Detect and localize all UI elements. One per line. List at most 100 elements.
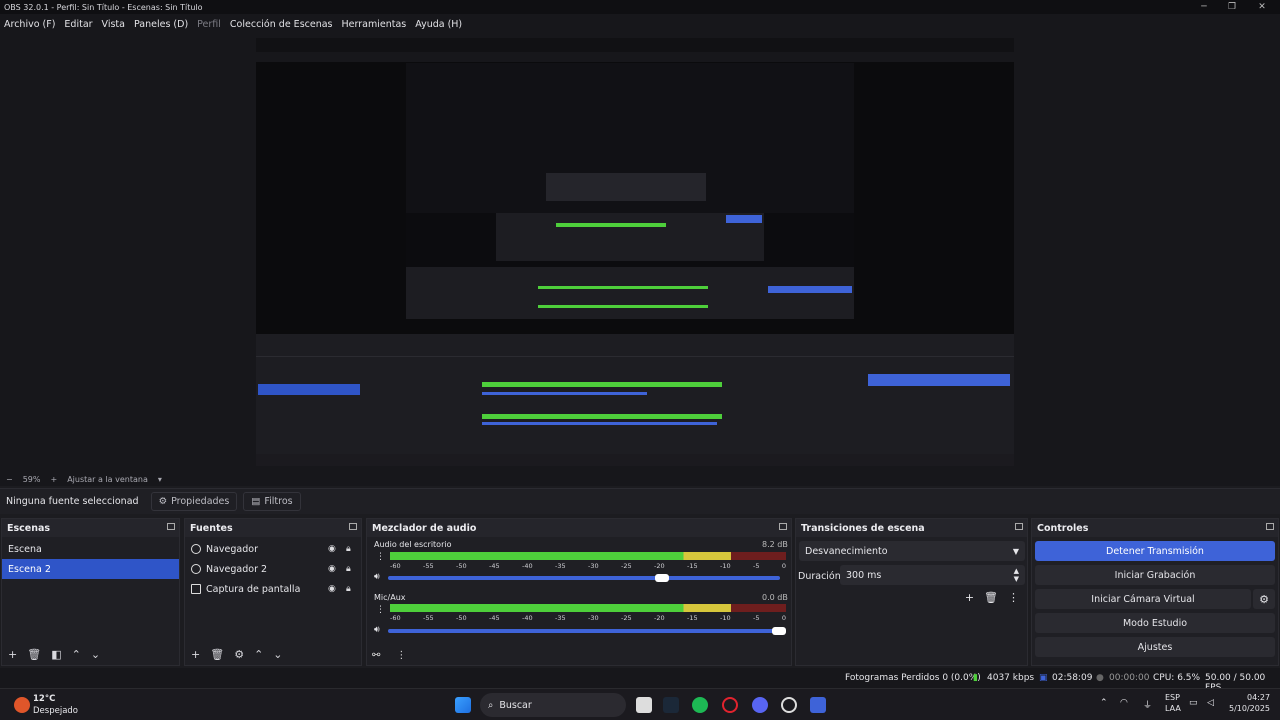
lock-icon[interactable]: 🔒︎ [346,544,351,554]
filter-icon[interactable]: ◧ [51,648,61,661]
lang-label[interactable]: ESP [1165,693,1180,702]
scale-tick: -35 [555,562,566,570]
lock-icon[interactable]: 🔒︎ [346,564,351,574]
zoom-in-button[interactable]: + [50,475,57,484]
taskbar-search[interactable]: ⌕ Buscar [480,693,626,717]
scale-tick: -50 [456,614,467,622]
network-icon[interactable]: ▭ [1189,698,1198,708]
source-item[interactable]: Captura de pantalla ◉ 🔒︎ [185,579,361,599]
link-icon[interactable]: ⚯ [372,650,380,661]
kebab-icon[interactable]: ⋮ [376,552,385,562]
source-item[interactable]: Navegador 2 ◉ 🔒︎ [185,559,361,579]
volume-knob[interactable] [772,627,786,635]
cpu-usage: CPU: 6.5% [1153,673,1201,683]
properties-button[interactable]: ⚙ Propiedades [150,492,238,511]
start-virtualcam-button[interactable]: Iniciar Cámara Virtual [1035,589,1251,609]
trash-icon[interactable]: 🗑 [210,648,224,661]
scene-item-selected[interactable]: Escena 2 [2,559,179,579]
kebab-icon[interactable]: ⋮ [376,605,385,615]
duration-field[interactable]: 300 ms ▲ ▼ [840,565,1025,585]
trash-icon[interactable]: 🗑 [27,648,41,661]
chevron-down-icon[interactable]: ▾ [158,475,162,484]
tray-chevron-icon[interactable]: ⌃ [1100,698,1108,708]
kebab-icon[interactable]: ⋮ [396,650,406,661]
volume-icon[interactable]: ◁ [1207,698,1214,708]
eye-icon[interactable]: ◉ [328,584,336,594]
undock-icon[interactable] [1015,523,1023,530]
add-icon[interactable]: + [8,648,17,661]
undock-icon[interactable] [167,523,175,530]
undock-icon[interactable] [349,523,357,530]
properties-label: Propiedades [171,496,230,507]
menu-ayuda[interactable]: Ayuda (H) [415,19,462,30]
down-icon[interactable]: ⌄ [91,648,100,661]
spotify-icon[interactable] [692,697,708,713]
maximize-button[interactable]: ❐ [1218,0,1246,14]
mic-icon[interactable]: ⏚ [1143,698,1152,711]
app-icon[interactable] [810,697,826,713]
undock-icon[interactable] [779,523,787,530]
menu-archivo[interactable]: Archivo (F) [4,19,55,30]
source-item[interactable]: Navegador ◉ 🔒︎ [185,539,361,559]
up-icon[interactable]: ⌃ [72,648,81,661]
menu-perfil[interactable]: Perfil [197,19,221,30]
zoom-fit[interactable]: Ajustar a la ventana [67,475,148,484]
undock-icon[interactable] [1266,523,1274,530]
nested-menubar [256,52,1014,62]
preview-area[interactable] [0,34,1280,472]
gear-icon[interactable]: ⚙ [234,648,244,661]
volume-slider[interactable] [388,576,780,580]
discord-icon[interactable] [752,697,768,713]
eye-icon[interactable]: ◉ [328,544,336,554]
preview-canvas[interactable] [256,38,1014,466]
scale-tick: -60 [390,614,401,622]
virtualcam-settings-button[interactable]: ⚙ [1253,589,1275,609]
record-time: 00:00:00 [1109,673,1150,683]
add-icon[interactable]: + [191,648,200,661]
speaker-icon[interactable]: 🔊︎ [374,625,380,635]
menu-paneles[interactable]: Paneles (D) [134,19,188,30]
chevron-down-icon: ▼ [1012,546,1019,556]
volume-slider[interactable] [388,629,780,633]
down-icon[interactable]: ⌄ [273,648,282,661]
start-recording-button[interactable]: Iniciar Grabación [1035,565,1275,585]
up-icon[interactable]: ⌃ [254,648,263,661]
menu-vista[interactable]: Vista [102,19,125,30]
scene-item[interactable]: Escena [2,539,179,559]
kebab-icon[interactable]: ⋮ [1008,591,1019,604]
transition-select[interactable]: Desvanecimiento ▼ [799,541,1025,561]
obs-icon[interactable] [781,697,797,713]
stop-stream-button[interactable]: Detener Transmisión [1035,541,1275,561]
scale-tick: -50 [456,562,467,570]
menu-herramientas[interactable]: Herramientas [342,19,407,30]
opera-icon[interactable] [722,697,738,713]
add-icon[interactable]: + [965,591,974,604]
studio-mode-button[interactable]: Modo Estudio [1035,613,1275,633]
steam-icon[interactable] [663,697,679,713]
mixer-header: Mezclador de audio [367,519,791,537]
task-view-icon[interactable] [636,697,652,713]
settings-button[interactable]: Ajustes [1035,637,1275,657]
weather-temp: 12°C [33,694,56,704]
clock-time[interactable]: 04:27 [1247,693,1270,702]
trash-icon[interactable]: 🗑 [984,591,998,604]
eye-icon[interactable]: ◉ [328,564,336,574]
speaker-icon[interactable]: 🔊︎ [374,572,380,582]
close-button[interactable]: ✕ [1248,0,1276,14]
minimize-button[interactable]: ─ [1190,0,1218,14]
lock-icon[interactable]: 🔒︎ [346,584,351,594]
context-bar: Ninguna fuente seleccionad ⚙ Propiedades… [0,488,1280,514]
menu-coleccion-escenas[interactable]: Colección de Escenas [230,19,333,30]
gear-icon: ⚙ [158,496,168,507]
meter-scale: -60 -55 -50 -45 -40 -35 -30 -25 -20 -15 -10 -5 0 [390,562,786,570]
zoom-out-button[interactable]: − [6,475,13,484]
menu-editar[interactable]: Editar [64,19,92,30]
filters-button[interactable]: ▤ Filtros [243,492,301,511]
status-bar: Fotogramas Perdidos 0 (0.0%) ▮ 4037 kbps… [0,668,1280,693]
weather-icon[interactable] [14,697,30,713]
volume-knob[interactable] [655,574,669,582]
controls-title: Controles [1037,522,1089,534]
stepper-icon[interactable]: ▲ ▼ [1014,567,1019,583]
windows-start-icon[interactable] [455,697,471,713]
wifi-icon[interactable]: ◠ [1120,698,1128,708]
